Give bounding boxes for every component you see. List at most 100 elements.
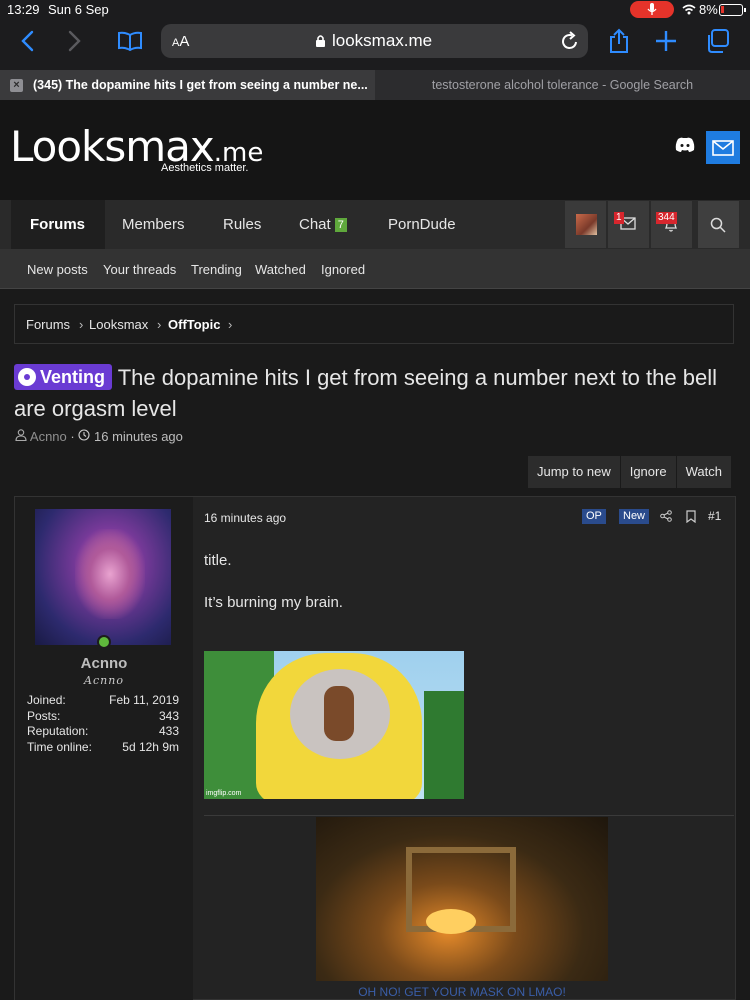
tab-inactive[interactable]: testosterone alcohol tolerance - Google …: [375, 70, 750, 100]
mic-icon: [630, 1, 674, 18]
forward-button[interactable]: [62, 20, 88, 62]
stat-label: Time online:: [27, 739, 92, 754]
thread-actions: Jump to new Ignore Watch: [528, 456, 732, 488]
tab-title: (345) The dopamine hits I get from seein…: [33, 78, 368, 92]
inbox-button[interactable]: 1: [608, 201, 649, 248]
bookmarks-button[interactable]: [116, 20, 144, 62]
subnav-trending[interactable]: Trending: [191, 262, 242, 277]
contact-mail-button[interactable]: [706, 131, 740, 164]
reload-icon[interactable]: [561, 31, 579, 56]
back-button[interactable]: [14, 20, 40, 62]
clock-icon: [78, 429, 90, 441]
nav-chat[interactable]: Chat 7: [299, 200, 347, 249]
nav-members[interactable]: Members: [122, 200, 185, 249]
post-user-title: Acnno: [84, 674, 124, 687]
breadcrumb-forums[interactable]: Forums: [26, 317, 70, 332]
browser-toolbar: AA looksmax.me: [0, 20, 750, 70]
chat-count-badge: 7: [334, 218, 347, 232]
main-nav: Forums Members Rules Chat 7 PornDude 1 34…: [0, 200, 750, 249]
nav-porndude[interactable]: PornDude: [388, 200, 456, 249]
tab-active[interactable]: × (345) The dopamine hits I get from see…: [0, 70, 375, 100]
op-badge: OP: [582, 509, 606, 524]
stat-reputation: Reputation: 433: [27, 724, 179, 740]
post-line: title.: [204, 552, 232, 569]
post-image-meme[interactable]: imgflip.com: [204, 651, 464, 799]
reader-options-button[interactable]: AA: [172, 33, 189, 50]
post: Acnno Acnno Joined: Feb 11, 2019 Posts: 34…: [14, 496, 736, 1000]
sub-nav: New posts Your threads Trending Watched …: [0, 249, 750, 289]
subnav-watched[interactable]: Watched: [255, 262, 306, 277]
stat-value: 343: [158, 708, 179, 723]
post-image-gif[interactable]: [316, 817, 608, 981]
watch-button[interactable]: Watch: [676, 456, 732, 488]
breadcrumb-looksmax[interactable]: Looksmax: [89, 317, 148, 332]
stat-label: Reputation:: [27, 724, 89, 738]
subnav-ignored[interactable]: Ignored: [321, 262, 365, 277]
site-tagline: Aesthetics matter.: [161, 162, 249, 174]
stat-label: Posts:: [27, 708, 61, 723]
alerts-count-badge: 344: [656, 212, 677, 224]
new-badge: New: [619, 509, 650, 524]
new-tab-button[interactable]: [652, 20, 680, 62]
meta-dot: ·: [70, 429, 75, 444]
subnav-your-threads[interactable]: Your threads: [103, 262, 176, 277]
gif-caption: OH NO! GET YOUR MASK ON LMAO!: [358, 985, 566, 999]
chevron-right-icon: ›: [79, 317, 84, 332]
search-button[interactable]: [698, 201, 739, 248]
divider: [204, 815, 734, 816]
thread-author[interactable]: Acnno: [30, 429, 67, 444]
avatar: [576, 214, 597, 235]
nav-rules[interactable]: Rules: [223, 200, 261, 249]
share-icon[interactable]: [660, 510, 672, 525]
url-text: looksmax.me: [332, 31, 433, 50]
subnav-new-posts[interactable]: New posts: [27, 262, 88, 277]
jump-to-new-button[interactable]: Jump to new: [528, 456, 621, 488]
post-time[interactable]: 16 minutes ago: [204, 511, 286, 525]
user-avatar[interactable]: [35, 509, 171, 645]
address-bar[interactable]: AA looksmax.me: [161, 24, 588, 58]
stat-joined: Joined: Feb 11, 2019: [27, 693, 179, 709]
stat-label: Joined:: [27, 693, 66, 707]
stat-value: 433: [158, 724, 179, 738]
alerts-button[interactable]: 344: [651, 201, 692, 248]
post-username[interactable]: Acnno: [15, 655, 193, 672]
envelope-icon: [712, 139, 734, 156]
thread-prefix[interactable]: Venting: [14, 364, 113, 390]
radiation-icon: [18, 368, 36, 386]
meme-tree: [424, 691, 464, 799]
status-bar: 13:29 Sun 6 Sep 8%: [0, 0, 750, 20]
bookmark-icon[interactable]: [686, 510, 696, 526]
chevron-right-icon: ›: [157, 317, 162, 332]
post-line: It’s burning my brain.: [204, 594, 343, 611]
gif-fire: [426, 909, 476, 934]
discord-icon[interactable]: [675, 137, 695, 158]
share-button[interactable]: [606, 20, 632, 62]
thread-meta: Acnno · 16 minutes ago: [15, 429, 183, 444]
breadcrumb-offtopic[interactable]: OffTopic: [168, 317, 220, 332]
close-tab-icon[interactable]: ×: [10, 79, 23, 92]
breadcrumb: Forums › Looksmax › OffTopic ›: [14, 304, 734, 344]
search-icon: [710, 217, 726, 233]
stat-value: Feb 11, 2019: [109, 693, 179, 707]
nav-chat-label: Chat: [299, 216, 331, 233]
ignore-button[interactable]: Ignore: [620, 456, 677, 488]
nav-forums[interactable]: Forums: [11, 200, 106, 249]
stat-time-online: Time online: 5d 12h 9m: [27, 740, 179, 756]
thread-time[interactable]: 16 minutes ago: [94, 429, 183, 444]
prefix-label: Venting: [40, 367, 106, 387]
status-date: Sun 6 Sep: [48, 2, 109, 17]
post-number[interactable]: #1: [708, 509, 721, 523]
account-avatar-button[interactable]: [565, 201, 606, 248]
chevron-right-icon: ›: [228, 317, 233, 332]
site-header: Looksmax.me Aesthetics matter.: [0, 100, 750, 200]
battery-icon: [719, 4, 746, 16]
stat-posts: Posts: 343: [27, 709, 179, 725]
tabs-overview-button[interactable]: [702, 20, 732, 62]
browser-tabs: × (345) The dopamine hits I get from see…: [0, 70, 750, 100]
status-time: 13:29: [7, 2, 40, 17]
battery-percent: 8%: [699, 2, 718, 17]
user-stats: Joined: Feb 11, 2019 Posts: 343 Reputation…: [27, 693, 179, 755]
wifi-icon: [682, 3, 696, 18]
inbox-count-badge: 1: [614, 212, 624, 224]
stat-value: 5d 12h 9m: [122, 739, 179, 754]
